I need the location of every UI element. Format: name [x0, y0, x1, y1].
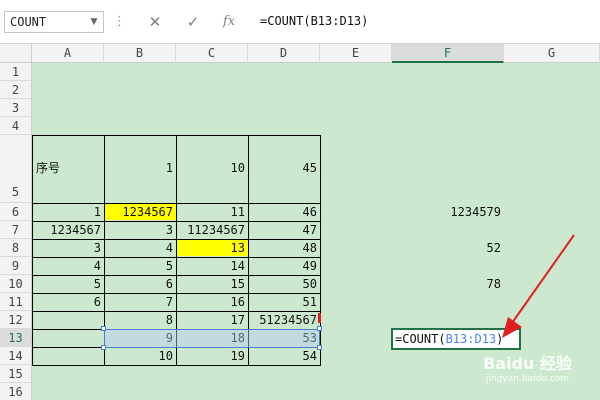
enter-button[interactable]: ✓ [178, 11, 208, 33]
column-header-g[interactable]: G [504, 44, 600, 63]
cell-c7[interactable]: 11234567 [176, 221, 248, 239]
row-header-10[interactable]: 10 [0, 275, 32, 293]
cell-b10[interactable]: 6 [104, 275, 176, 293]
cell-f6[interactable]: 1234579 [392, 203, 504, 221]
row-header-5[interactable]: 5 [0, 135, 32, 203]
cell-b14[interactable]: 10 [104, 347, 176, 365]
row-header-8[interactable]: 8 [0, 239, 32, 257]
column-header-b[interactable]: B [104, 44, 176, 63]
row-header-11[interactable]: 11 [0, 293, 32, 311]
cell-d10[interactable]: 50 [248, 275, 320, 293]
formula-suffix: ) [496, 332, 504, 346]
cell-d8[interactable]: 48 [248, 239, 320, 257]
cell-d11[interactable]: 51 [248, 293, 320, 311]
insert-function-button[interactable]: fx [214, 11, 244, 33]
row-header-14[interactable]: 14 [0, 347, 32, 365]
cancel-button[interactable]: ✕ [140, 11, 170, 33]
cell-b5[interactable]: 1 [104, 153, 176, 183]
column-header-d[interactable]: D [248, 44, 320, 63]
row-header-9[interactable]: 9 [0, 257, 32, 275]
row-header-15[interactable]: 15 [0, 365, 32, 383]
row-header-6[interactable]: 6 [0, 203, 32, 221]
formula-range-ref: B13:D13 [445, 332, 497, 346]
cell-f8[interactable]: 52 [392, 239, 504, 257]
resize-handle[interactable] [317, 345, 322, 350]
row-header-13[interactable]: 13 [0, 329, 32, 347]
cell-c12[interactable]: 17 [176, 311, 248, 329]
resize-handle[interactable] [101, 345, 106, 350]
editing-cell-formula: =COUNT(B13:D13) [395, 332, 503, 346]
cell-c5[interactable]: 10 [176, 153, 248, 183]
formula-bar: COUNT ▼ ⋮ ✕ ✓ fx =COUNT(B13:D13) [0, 0, 600, 44]
column-header-c[interactable]: C [176, 44, 248, 63]
cell-b12[interactable]: 8 [104, 311, 176, 329]
name-box[interactable]: COUNT ▼ [4, 11, 104, 33]
cell-b8[interactable]: 4 [104, 239, 176, 257]
table-hline [32, 365, 321, 366]
cell-a10[interactable]: 5 [32, 275, 104, 293]
resize-handle[interactable] [101, 326, 106, 331]
cell-a7[interactable]: 1234567 [32, 221, 104, 239]
cell-a6[interactable]: 1 [32, 203, 104, 221]
cell-c11[interactable]: 16 [176, 293, 248, 311]
formula-input[interactable]: =COUNT(B13:D13) [252, 11, 596, 33]
cell-d5[interactable]: 45 [248, 153, 320, 183]
editing-cell[interactable]: =COUNT(B13:D13) [391, 328, 521, 350]
row-header-4[interactable]: 4 [0, 117, 32, 135]
cell-a11[interactable]: 6 [32, 293, 104, 311]
cell-c8[interactable]: 13 [176, 240, 248, 256]
cell-b6[interactable]: 1234567 [104, 204, 176, 220]
cell-f10[interactable]: 78 [392, 275, 504, 293]
error-indicator [318, 313, 321, 323]
row-header-12[interactable]: 12 [0, 311, 32, 329]
column-header-a[interactable]: A [32, 44, 104, 63]
chevron-down-icon[interactable]: ▼ [85, 12, 103, 32]
column-header-e[interactable]: E [320, 44, 392, 63]
row-header-2[interactable]: 2 [0, 81, 32, 99]
formula-prefix: =COUNT( [395, 332, 446, 346]
more-options-icon[interactable]: ⋮ [112, 12, 126, 32]
row-header-7[interactable]: 7 [0, 221, 32, 239]
table-vline [32, 135, 33, 365]
row-header-1[interactable]: 1 [0, 63, 32, 81]
selected-range[interactable] [104, 329, 320, 348]
cell-a8[interactable]: 3 [32, 239, 104, 257]
cell-c10[interactable]: 15 [176, 275, 248, 293]
cell-d14[interactable]: 54 [248, 347, 320, 365]
formula-text: =COUNT(B13:D13) [260, 14, 369, 28]
cell-d7[interactable]: 47 [248, 221, 320, 239]
column-header-f[interactable]: F [392, 44, 504, 63]
cell-b11[interactable]: 7 [104, 293, 176, 311]
cell-a5[interactable]: 序号 [32, 153, 104, 183]
watermark: Baidu 经验 jingyan.baidu.com [483, 350, 572, 384]
row-header-16[interactable]: 16 [0, 383, 32, 400]
cells-area[interactable]: 序号 1 10 45 1 1234567 11 46 1234579 1234567 3 112345… [32, 63, 600, 400]
name-box-value: COUNT [10, 15, 47, 29]
cell-b9[interactable]: 5 [104, 257, 176, 275]
cell-d9[interactable]: 49 [248, 257, 320, 275]
cell-c14[interactable]: 19 [176, 347, 248, 365]
resize-handle[interactable] [317, 326, 322, 331]
watermark-logo: Baidu 经验 [483, 354, 572, 373]
cell-c6[interactable]: 11 [176, 203, 248, 221]
cell-c9[interactable]: 14 [176, 257, 248, 275]
row-header-3[interactable]: 3 [0, 99, 32, 117]
watermark-url: jingyan.baidu.com [486, 374, 570, 384]
cell-d12[interactable]: 51234567 [248, 311, 320, 329]
select-all-corner[interactable] [0, 44, 32, 63]
cell-d6[interactable]: 46 [248, 203, 320, 221]
cell-a9[interactable]: 4 [32, 257, 104, 275]
cell-b7[interactable]: 3 [104, 221, 176, 239]
arrow-shaft [511, 234, 575, 324]
spreadsheet-grid: ABCDEFG 1 2 3 4 5 6 7 8 9 10 11 12 13 14 15 16 序号 1 10 45 1… [0, 44, 600, 400]
